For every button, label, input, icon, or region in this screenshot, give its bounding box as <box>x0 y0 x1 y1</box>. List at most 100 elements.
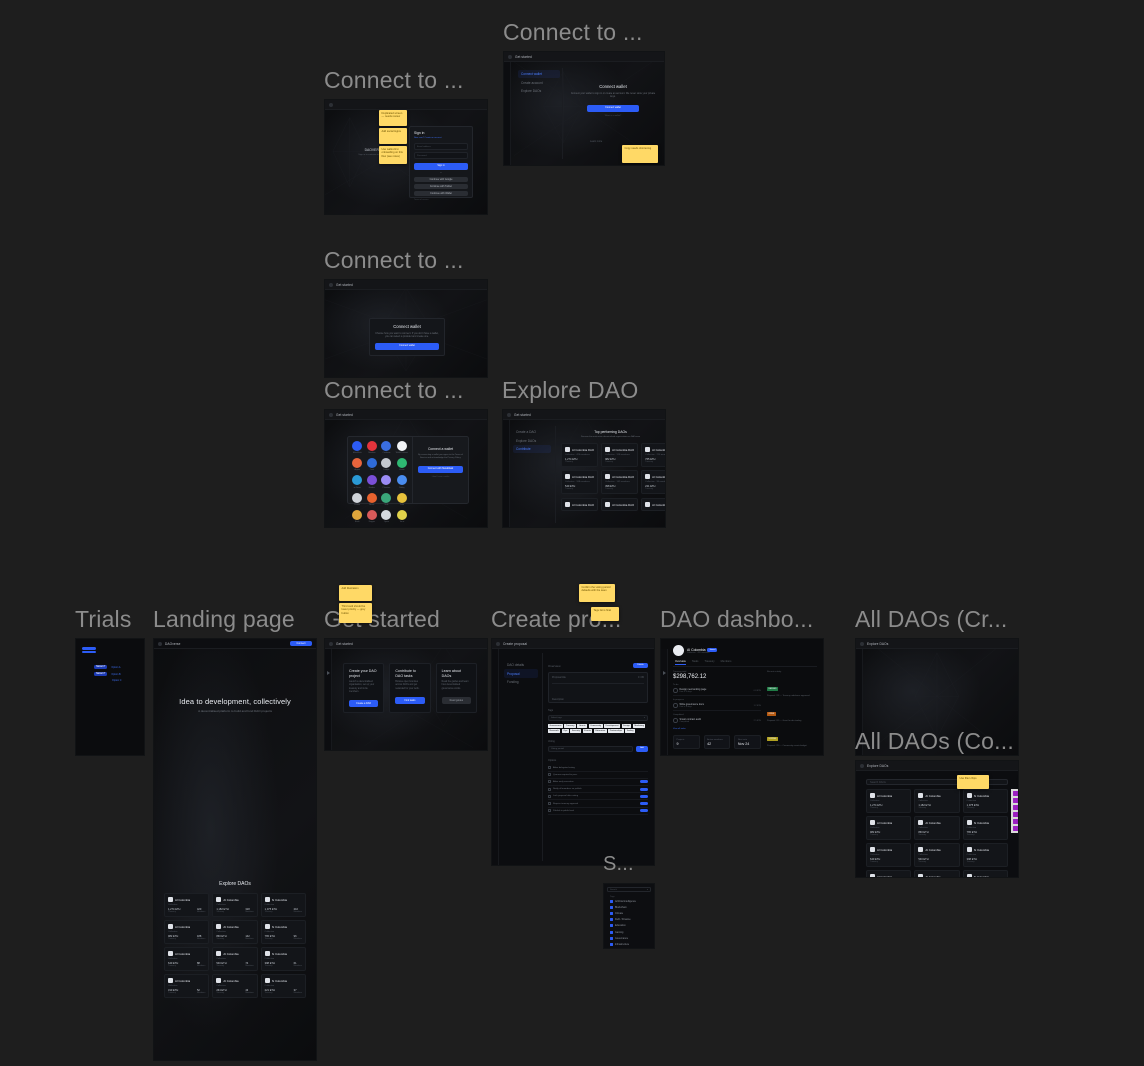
task-row[interactable]: Write governance docs Due in 6 days 1.2 … <box>673 701 761 711</box>
wallet-option[interactable]: Argent <box>352 458 363 471</box>
frame-canvas[interactable]: AI Colombia Joined Collective · 420 memb… <box>660 638 824 756</box>
frame-trials[interactable]: Trials SELECT Option A SELECT Option B O… <box>75 605 145 756</box>
trial-row-2[interactable]: SELECT Option B <box>94 672 121 676</box>
option-row[interactable]: Publish to public feed <box>548 808 648 815</box>
menu-dot-icon[interactable] <box>329 102 333 107</box>
list-item[interactable]: AI Colombia DAO <box>641 498 665 511</box>
task-row[interactable]: Design new landing page Due in 3 days 0.… <box>673 686 761 696</box>
tag-chip[interactable]: Security <box>570 729 582 733</box>
design-canvas[interactable]: Connect to ... Get started Connect walle… <box>0 0 1144 1066</box>
terms-link[interactable]: Terms of service <box>414 199 468 201</box>
table-row[interactable]: AI Colombia Collective 264 ETH Treasury 43 Me… <box>212 974 258 998</box>
dao-footer-row[interactable]: AI Colombia DAO AI Colombia DAO AI Colombi… <box>561 498 665 511</box>
chip-select-2[interactable] <box>82 651 96 653</box>
filter-tag[interactable]: Sort by <box>1012 797 1018 803</box>
connect-modal[interactable]: Connect wallet Choose how you want to co… <box>369 318 445 356</box>
frame-landing-page[interactable]: Landing page DAOverse Connect Idea to de… <box>153 605 317 1061</box>
table-row[interactable]: AI Colombia Collective 640 ETH Treasury <box>866 843 912 867</box>
dropdown-items[interactable]: Artificial intelligence Blockchain Climate… <box>607 898 651 948</box>
activity-item[interactable]: VOTING Proposal #20 — Community events bu… <box>767 726 817 748</box>
wallet-option[interactable]: Safe <box>381 492 392 506</box>
table-row[interactable]: AI Colombia Collective 221 ETH Treasury 37 Me… <box>260 974 306 998</box>
wallet-option[interactable]: Venly <box>381 526 392 527</box>
frame-explore-dao[interactable]: Explore DAO Get started Create a DAO Exp… <box>502 376 666 528</box>
frame-create-proposal[interactable]: Create pro... Create proposal DAO detail… <box>491 584 655 866</box>
chip-select-1[interactable] <box>82 647 96 650</box>
wallet-option[interactable]: Zerion <box>396 458 408 471</box>
table-row[interactable]: AI Colombia Collective 398 ETH Treasury 61 Me… <box>260 947 306 971</box>
frame-canvas[interactable]: Search ▾ Tags Artificial intelligence Blo… <box>603 883 655 949</box>
frame-canvas[interactable]: Create proposal DAO details Proposal Fun… <box>491 638 655 866</box>
wallet-modal[interactable]: MetaMask Rainbow Coinbase WalletConnect Arge… <box>347 436 469 527</box>
card-button[interactable]: Create a DAO <box>349 700 379 707</box>
toggle[interactable] <box>640 780 648 784</box>
sticky-note[interactable]: Add social logins <box>379 128 407 144</box>
tab-tasks[interactable]: Tasks <box>692 660 699 665</box>
chevron-down-icon[interactable]: ▾ <box>647 888 648 891</box>
stat-cards[interactable]: Projects 9 Active members 42 Next vote Nov 24 <box>673 735 762 749</box>
checkbox-icon[interactable] <box>610 911 613 915</box>
frame-canvas[interactable]: Get started Connect wallet Choose how yo… <box>324 279 488 378</box>
menu-dot-icon[interactable] <box>860 641 864 646</box>
frame-canvas[interactable]: DAOverse Connect Idea to development, co… <box>153 638 317 1061</box>
get-started-card[interactable]: Learn about DAOs Read the guides and lear… <box>435 663 477 713</box>
filter-tag[interactable]: Treasury <box>1012 811 1018 817</box>
no-wallet-link[interactable]: I don't have a wallet <box>418 476 463 478</box>
table-row[interactable]: AI Colombia Collective 398 ETH Treasury <box>962 843 1008 867</box>
connect-metamask-button[interactable]: Connect with MetaMask <box>418 466 463 473</box>
publish-button[interactable]: Publish <box>633 663 648 668</box>
table-row[interactable]: AI Colombia Collective 860 ETH Treasury <box>914 816 960 840</box>
trial-row-1[interactable]: SELECT Option A <box>94 665 120 669</box>
get-started-card[interactable]: Create your DAO project Launch a decentra… <box>343 663 385 713</box>
view-all-tasks-link[interactable]: View all tasks <box>673 728 761 730</box>
sidebar-item-dao-details[interactable]: DAO details <box>504 661 538 669</box>
table-row[interactable]: AI Colombia Collective 765 ETH Treasury 96 Me… <box>260 920 306 944</box>
wallet-option[interactable]: Opera <box>381 509 392 523</box>
toggle[interactable] <box>640 802 648 806</box>
tag-chip[interactable]: Tooling <box>625 729 635 733</box>
app-topbar[interactable]: Explore DAOs <box>856 761 1018 771</box>
sticky-note[interactable]: Duplicated screen — needs review <box>379 110 407 126</box>
app-topbar[interactable] <box>325 100 487 110</box>
checkbox-icon[interactable] <box>548 773 551 777</box>
frame-title[interactable]: Connect to ... <box>324 376 488 404</box>
add-button[interactable]: Add <box>636 746 648 752</box>
table-row[interactable]: AI Colombia Collective 1,075 ETH Treasury <box>962 789 1008 813</box>
wallet-option[interactable]: Torus <box>396 509 408 523</box>
tag-chip[interactable]: Marketing <box>632 723 646 728</box>
activity-item[interactable]: PASSED Proposal #18 — Treasury rebalance … <box>767 676 817 698</box>
checkbox-icon[interactable] <box>548 780 551 784</box>
frame-canvas[interactable]: DAOVERSE Sign in to continue to DAOverse… <box>324 99 488 215</box>
tab-overview[interactable]: Overview <box>675 660 686 665</box>
table-row[interactable]: AI Colombia Collective 1,182 ETH Treasury 31… <box>212 893 258 917</box>
table-row[interactable]: AI Colombia Collective 1,274 ETH Treasury 42… <box>164 893 210 917</box>
sidebar-item-create-dao[interactable]: Create a DAO <box>513 428 551 436</box>
filter-tag[interactable]: Members <box>1012 825 1018 831</box>
signin-button[interactable]: Sign in <box>414 162 468 170</box>
voting-period-field[interactable]: Voting period <box>548 746 633 752</box>
table-row[interactable]: AI Colombia Collective 1,182 ETH Treasury <box>914 789 960 813</box>
toggle[interactable] <box>640 794 648 798</box>
create-account-link[interactable]: New user? Create an account <box>414 137 468 139</box>
option-label-2[interactable]: Option B <box>111 673 120 676</box>
checkbox-icon[interactable] <box>610 942 613 946</box>
toggle[interactable] <box>640 809 648 813</box>
proposal-form[interactable]: Overview Publish Proposal title 0 / 80 D… <box>548 663 648 815</box>
tag-chip[interactable]: Partnerships <box>608 729 624 733</box>
frame-canvas[interactable]: Get started Create a DAO Explore DAOs Co… <box>502 409 666 528</box>
tab-treasury[interactable]: Treasury <box>704 660 714 665</box>
table-row[interactable]: AI Colombia Collective 982 ETH Treasury <box>866 816 912 840</box>
search-input[interactable]: Search ▾ <box>607 887 651 892</box>
frame-title[interactable]: Trials <box>75 605 145 633</box>
get-started-card[interactable]: Contribute to DAO tasks Browse open bount… <box>389 663 431 713</box>
sticky-note[interactable]: Tags list is final <box>591 607 619 621</box>
sidebar-item-connect-wallet[interactable]: Connect wallet <box>518 70 560 79</box>
title-field-wrap[interactable]: Proposal title 0 / 80 Description <box>548 672 648 703</box>
tag-chip[interactable]: Ops <box>561 729 569 733</box>
wallet-option[interactable]: Trust <box>366 458 378 471</box>
frame-title[interactable]: S... <box>603 850 655 878</box>
table-row[interactable]: AI Colombia DAO Collective · 420 members 1… <box>561 443 599 467</box>
frame-get-started[interactable]: Get started Get started Create your DAO … <box>324 585 488 751</box>
frame-canvas[interactable]: Explore DAOs Search DAOs AI Colombia Coll… <box>855 760 1019 878</box>
frame-dao-dashboard[interactable]: DAO dashbo... AI Colombia Joined Collect… <box>660 605 824 756</box>
